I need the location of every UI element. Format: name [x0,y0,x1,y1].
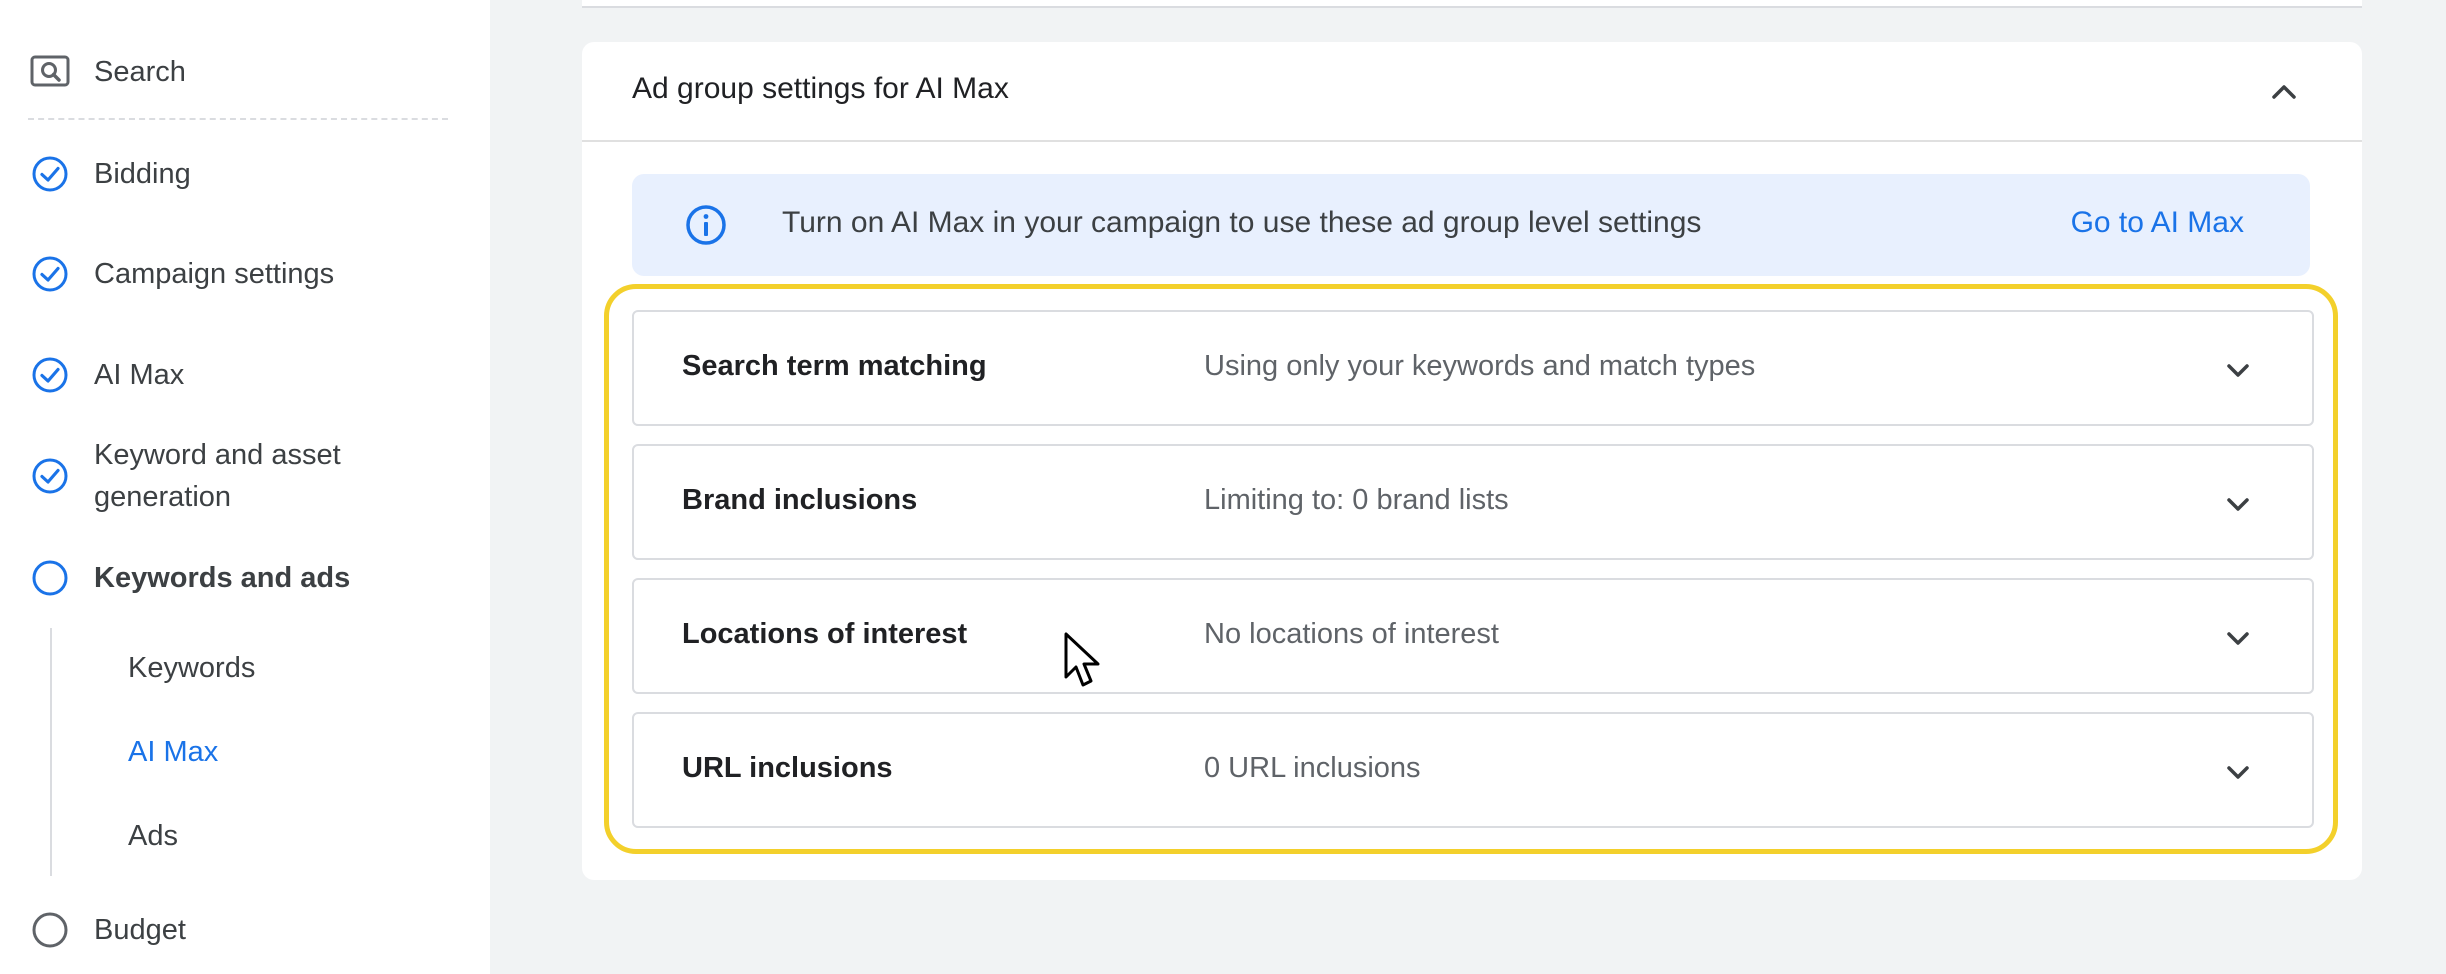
setting-row-url-inclusions[interactable]: URL inclusions 0 URL inclusions [632,712,2314,828]
setting-value: Limiting to: 0 brand lists [1204,484,1509,516]
sub-nav-line [50,628,52,876]
sidebar-subitem-keywords[interactable]: Keywords [128,652,255,685]
setting-label: Brand inclusions [682,484,918,516]
sidebar-item-bidding[interactable]: Bidding [28,152,191,196]
setting-value: 0 URL inclusions [1204,752,1421,784]
sidebar-item-label: Bidding [94,158,191,190]
chevron-down-icon[interactable] [2218,618,2258,658]
chevron-down-icon[interactable] [2218,484,2258,524]
sidebar-item-keywords-and-ads[interactable]: Keywords and ads [28,556,350,600]
sidebar-item-budget[interactable]: Budget [28,908,186,952]
circle-outline-icon [28,908,72,952]
sidebar-item-keyword-and-asset-generation[interactable]: Keyword and asset generation [28,434,394,518]
sidebar-item-label: Keywords and ads [94,562,351,594]
sidebar-item-search[interactable]: Search [28,50,186,94]
sidebar-item-label: Budget [94,914,186,946]
setting-value: Using only your keywords and match types [1204,350,1756,382]
chevron-down-icon[interactable] [2218,752,2258,792]
circle-outline-icon [28,556,72,600]
chevron-up-icon [2272,85,2296,99]
setting-label: Search term matching [682,350,987,382]
check-circle-icon [28,152,72,196]
setting-row-locations-of-interest[interactable]: Locations of interest No locations of in… [632,578,2314,694]
setting-row-brand-inclusions[interactable]: Brand inclusions Limiting to: 0 brand li… [632,444,2314,560]
divider [28,118,448,120]
previous-card-edge [582,0,2362,8]
sidebar-item-label: AI Max [94,359,185,391]
info-banner: Turn on AI Max in your campaign to use t… [632,174,2310,276]
sidebar-item-label: Keyword and asset generation [94,439,341,513]
sidebar-subitem-ai-max[interactable]: AI Max [128,736,218,769]
info-icon [686,205,726,245]
sidebar-item-label: Search [94,56,186,88]
go-to-ai-max-link[interactable]: Go to AI Max [2071,206,2244,240]
card-title: Ad group settings for AI Max [632,72,1009,105]
sidebar-item-label: Campaign settings [94,258,335,290]
banner-text: Turn on AI Max in your campaign to use t… [782,206,1702,239]
chevron-down-icon[interactable] [2218,350,2258,390]
mouse-cursor-icon [1064,632,1100,687]
setting-value: No locations of interest [1204,618,1499,650]
check-circle-icon [28,454,72,498]
sidebar-item-ai-max[interactable]: AI Max [28,353,184,397]
setting-label: URL inclusions [682,752,893,784]
sidebar-item-campaign-settings[interactable]: Campaign settings [28,252,334,296]
check-circle-icon [28,353,72,397]
setting-row-search-term-matching[interactable]: Search term matching Using only your key… [632,310,2314,426]
collapse-button[interactable] [2262,70,2306,114]
check-circle-icon [28,252,72,296]
sidebar-subitem-ads[interactable]: Ads [128,820,178,853]
search-icon [28,50,72,94]
setting-label: Locations of interest [682,618,968,650]
card-header[interactable]: Ad group settings for AI Max [582,42,2362,142]
sidebar: Search Bidding Campaign settings AI Max … [0,0,490,974]
